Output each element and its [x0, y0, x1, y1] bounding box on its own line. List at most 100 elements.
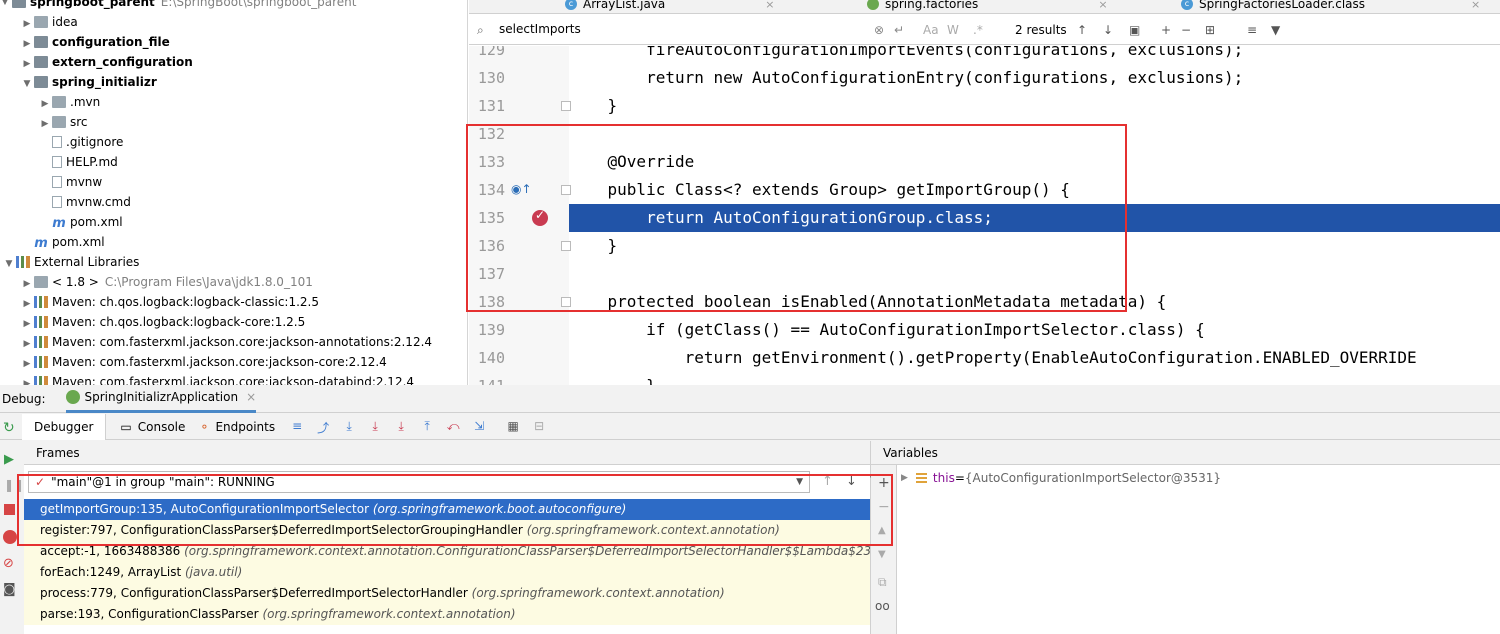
expand-arrow-icon[interactable]: ▶ [22, 279, 32, 289]
expand-arrow-icon[interactable]: ▶ [22, 359, 32, 369]
tree-item[interactable]: ▶ configuration_file [0, 32, 467, 52]
code-line[interactable]: return AutoConfigurationGroup.class; [569, 204, 1500, 232]
breakpoint-icon[interactable] [532, 208, 548, 226]
frame-row[interactable]: getImportGroup:135, AutoConfigurationImp… [24, 499, 870, 520]
tree-item[interactable]: HELP.md [0, 152, 467, 172]
tree-item[interactable]: .gitignore [0, 132, 467, 152]
remove-occurrence-icon[interactable]: − [1181, 23, 1191, 37]
step-over-icon[interactable]: ⤓ [341, 419, 357, 435]
tree-item[interactable]: ▶ Maven: com.fasterxml.jackson.core:jacks… [0, 352, 467, 372]
glasses-icon[interactable]: oo [875, 599, 890, 613]
force-step-into-icon[interactable]: ⤓ [393, 419, 409, 435]
debug-session-tab[interactable]: SpringInitializrApplication × [65, 385, 257, 413]
tree-item[interactable]: ▶ Maven: com.fasterxml.jackson.core:jacks… [0, 332, 467, 352]
menu-icon[interactable]: ≡ [289, 419, 305, 435]
tree-item[interactable]: ▶ .mvn [0, 92, 467, 112]
tree-item[interactable]: ▶ src [0, 112, 467, 132]
tab-endpoints[interactable]: ⚬ Endpoints [199, 420, 275, 434]
code-line[interactable]: protected boolean isEnabled(AnnotationMe… [569, 288, 1500, 316]
close-icon[interactable]: × [765, 0, 774, 11]
tree-item[interactable]: ▶ Maven: ch.qos.logback:logback-classic:1… [0, 292, 467, 312]
show-execution-point-icon[interactable]: ⤴ [315, 419, 331, 435]
move-down-icon[interactable]: ▼ [878, 549, 886, 560]
expand-arrow-icon[interactable]: ▼ [0, 0, 10, 7]
expand-arrow-icon[interactable]: ▶ [40, 119, 50, 129]
expand-arrow-icon[interactable]: ▶ [22, 319, 32, 329]
camera-icon[interactable]: ◙ [3, 582, 16, 597]
gutter[interactable]: 129 130 131 132 133 134 135 136 137 138 139 140 141 ◉… [469, 46, 571, 385]
code-line[interactable]: if (getClass() == AutoConfigurationImpor… [569, 316, 1500, 344]
run-to-cursor-icon[interactable]: ⇲ [471, 419, 487, 435]
down-arrow-icon[interactable]: ↓ [846, 474, 857, 489]
next-occurrence-icon[interactable]: ↓ [1103, 23, 1113, 37]
tab-arraylist[interactable]: c ArrayList.java × [565, 0, 774, 13]
code-area[interactable]: 129 130 131 132 133 134 135 136 137 138 139 140 141 ◉… [469, 46, 1500, 385]
view-breakpoints-icon[interactable] [3, 530, 17, 544]
code-line[interactable]: return getEnvironment().getProperty(Enab… [569, 344, 1500, 372]
frame-row[interactable]: accept:-1, 1663488386 (org.springframewo… [24, 541, 870, 562]
close-icon[interactable]: × [246, 390, 256, 404]
expand-arrow-icon[interactable]: ▶ [22, 339, 32, 349]
expand-arrow-icon[interactable]: ▼ [4, 259, 14, 269]
frame-row[interactable]: parse:193, ConfigurationClassParser (org… [24, 604, 870, 625]
tree-root[interactable]: ▼ springboot_parent E:\SpringBoot\spring… [0, 0, 467, 12]
tree-item[interactable]: ▶ < 1.8 > C:\Program Files\Java\jdk1.8.0_1… [0, 272, 467, 292]
rerun-icon[interactable]: ↻ [3, 420, 15, 436]
expand-arrow-icon[interactable]: ▶ [40, 99, 50, 109]
tree-item[interactable]: ▶ extern_configuration [0, 52, 467, 72]
select-occurrences-icon[interactable]: ⊞ [1205, 23, 1215, 37]
mute-breakpoints-icon[interactable]: ⊘ [3, 556, 14, 571]
code-line[interactable]: } [569, 372, 1500, 385]
clear-icon[interactable]: ⊗ [874, 23, 884, 37]
code-line[interactable]: } [569, 232, 1500, 260]
tree-item[interactable]: mvnw.cmd [0, 192, 467, 212]
copy-icon[interactable]: ⧉ [878, 575, 887, 590]
tab-springfactoriesloader[interactable]: c SpringFactoriesLoader.class × [1181, 0, 1480, 13]
code-line[interactable]: @Override [569, 148, 1500, 176]
tree-item[interactable]: mvnw [0, 172, 467, 192]
code-line[interactable]: fireAutoConfigurationImportEvents(config… [569, 46, 1500, 64]
code-line[interactable] [569, 120, 1500, 148]
words-icon[interactable]: W [947, 23, 959, 37]
up-arrow-icon[interactable]: ↑ [822, 474, 833, 489]
close-icon[interactable]: × [1471, 0, 1480, 11]
expand-arrow-icon[interactable]: ▶ [22, 59, 32, 69]
filter-icon[interactable]: ▼ [1271, 23, 1280, 37]
tree-item[interactable]: ▶ idea [0, 12, 467, 32]
tree-item[interactable]: ▶ Maven: ch.qos.logback:logback-core:1.2.… [0, 312, 467, 332]
frame-row[interactable]: forEach:1249, ArrayList (java.util) [24, 562, 870, 583]
expand-arrow-icon[interactable]: ▶ [22, 19, 32, 29]
expand-arrow-icon[interactable]: ▶ [901, 473, 908, 483]
add-occurrence-icon[interactable]: + [1161, 23, 1171, 37]
code-line[interactable]: } [569, 92, 1500, 120]
frame-row[interactable]: process:779, ConfigurationClassParser$De… [24, 583, 870, 604]
close-icon[interactable]: × [1098, 0, 1107, 11]
tree-item[interactable]: ▼ External Libraries [0, 252, 467, 272]
tab-spring-factories[interactable]: spring.factories × [867, 0, 1108, 13]
code-line[interactable]: return new AutoConfigurationEntry(config… [569, 64, 1500, 92]
tree-item[interactable]: m pom.xml [0, 232, 467, 252]
filter-settings-icon[interactable]: ≡ [1247, 23, 1257, 37]
implements-icon[interactable]: ◉↑ [511, 182, 532, 196]
search-input[interactable] [499, 22, 729, 36]
select-all-icon[interactable]: ▣ [1129, 23, 1140, 37]
chevron-down-icon[interactable]: ▼ [796, 477, 803, 487]
remove-icon[interactable]: − [878, 499, 890, 515]
drop-frame-icon[interactable]: ⤺ [445, 419, 461, 435]
tab-console[interactable]: ▭ Console [120, 420, 185, 434]
previous-occurrence-icon[interactable]: ↑ [1077, 23, 1087, 37]
new-line-icon[interactable]: ↵ [894, 23, 904, 37]
tree-item[interactable]: ▼ spring_initializr [0, 72, 467, 92]
code-line[interactable]: public Class<? extends Group> getImportG… [569, 176, 1500, 204]
expand-arrow-icon[interactable]: ▶ [22, 299, 32, 309]
match-case-icon[interactable]: Aa [923, 23, 939, 37]
resume-icon[interactable]: ▶ [4, 452, 14, 467]
tree-item[interactable]: m pom.xml [0, 212, 467, 232]
stop-icon[interactable] [4, 504, 15, 515]
move-up-icon[interactable]: ▲ [878, 525, 886, 536]
step-into-icon[interactable]: ⤓ [367, 419, 383, 435]
add-icon[interactable]: + [878, 475, 890, 491]
code-line[interactable] [569, 260, 1500, 288]
expand-arrow-icon[interactable]: ▼ [22, 79, 32, 89]
trace-icon[interactable]: ⊟ [531, 419, 547, 435]
